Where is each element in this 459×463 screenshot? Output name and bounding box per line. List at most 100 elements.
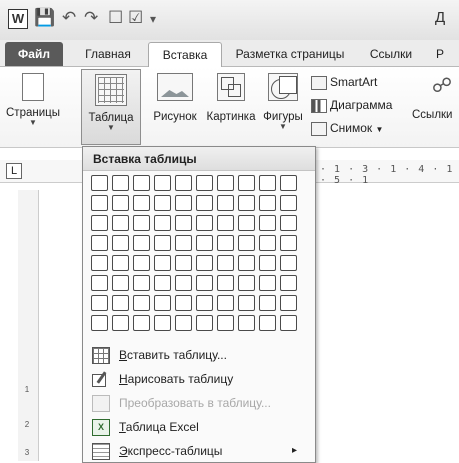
grid-cell[interactable] xyxy=(133,175,150,191)
grid-cell[interactable] xyxy=(112,295,129,311)
grid-cell[interactable] xyxy=(112,255,129,271)
grid-cell[interactable] xyxy=(280,255,297,271)
grid-cell[interactable] xyxy=(154,175,171,191)
grid-cell[interactable] xyxy=(175,275,192,291)
grid-cell[interactable] xyxy=(196,235,213,251)
grid-cell[interactable] xyxy=(280,295,297,311)
grid-cell[interactable] xyxy=(238,255,255,271)
grid-cell[interactable] xyxy=(238,215,255,231)
grid-cell[interactable] xyxy=(196,215,213,231)
grid-cell[interactable] xyxy=(154,315,171,331)
grid-cell[interactable] xyxy=(217,255,234,271)
customize-qat-icon[interactable]: ▾ xyxy=(150,12,156,26)
grid-cell[interactable] xyxy=(91,195,108,211)
grid-cell[interactable] xyxy=(175,195,192,211)
grid-cell[interactable] xyxy=(238,295,255,311)
grid-cell[interactable] xyxy=(259,175,276,191)
grid-cell[interactable] xyxy=(280,275,297,291)
grid-cell[interactable] xyxy=(133,235,150,251)
grid-cell[interactable] xyxy=(259,215,276,231)
grid-cell[interactable] xyxy=(133,295,150,311)
grid-cell[interactable] xyxy=(133,195,150,211)
save-icon[interactable]: 💾 xyxy=(34,8,55,28)
grid-cell[interactable] xyxy=(133,275,150,291)
grid-cell[interactable] xyxy=(196,315,213,331)
insert-table-menu-item[interactable]: Вставить таблицу... xyxy=(83,343,315,367)
grid-cell[interactable] xyxy=(259,235,276,251)
shapes-button[interactable]: Фигуры ▼ xyxy=(258,73,308,131)
grid-cell[interactable] xyxy=(217,215,234,231)
tab-references[interactable]: Ссылки xyxy=(360,42,422,66)
grid-cell[interactable] xyxy=(154,235,171,251)
grid-cell[interactable] xyxy=(91,295,108,311)
grid-cell[interactable] xyxy=(91,315,108,331)
word-app-icon[interactable]: W xyxy=(8,9,28,29)
tab-mailings[interactable]: Р xyxy=(430,42,450,66)
grid-cell[interactable] xyxy=(112,195,129,211)
check-doc-icon[interactable]: ☑ xyxy=(128,8,143,28)
grid-cell[interactable] xyxy=(91,215,108,231)
grid-cell[interactable] xyxy=(196,275,213,291)
grid-cell[interactable] xyxy=(238,175,255,191)
grid-cell[interactable] xyxy=(91,275,108,291)
grid-cell[interactable] xyxy=(133,215,150,231)
grid-cell[interactable] xyxy=(91,235,108,251)
chart-button[interactable]: Диаграмма xyxy=(311,98,392,113)
grid-cell[interactable] xyxy=(175,315,192,331)
grid-cell[interactable] xyxy=(154,295,171,311)
grid-cell[interactable] xyxy=(154,255,171,271)
grid-cell[interactable] xyxy=(154,195,171,211)
grid-cell[interactable] xyxy=(259,275,276,291)
grid-cell[interactable] xyxy=(175,255,192,271)
picture-button[interactable]: Рисунок xyxy=(146,73,204,123)
grid-cell[interactable] xyxy=(112,235,129,251)
quick-tables-menu-item[interactable]: Экспресс-таблицы ▸ xyxy=(83,439,315,463)
screenshot-button[interactable]: Снимок ▼ xyxy=(311,121,383,136)
grid-cell[interactable] xyxy=(217,315,234,331)
tab-insert[interactable]: Вставка xyxy=(148,42,222,68)
grid-cell[interactable] xyxy=(112,275,129,291)
grid-cell[interactable] xyxy=(259,315,276,331)
links-button[interactable]: ☍ Ссылки xyxy=(412,73,459,121)
grid-cell[interactable] xyxy=(112,315,129,331)
grid-cell[interactable] xyxy=(259,255,276,271)
grid-cell[interactable] xyxy=(196,175,213,191)
grid-cell[interactable] xyxy=(91,175,108,191)
grid-cell[interactable] xyxy=(217,175,234,191)
grid-cell[interactable] xyxy=(154,215,171,231)
grid-cell[interactable] xyxy=(280,235,297,251)
excel-table-menu-item[interactable]: X Таблица Excel xyxy=(83,415,315,439)
new-doc-icon[interactable]: ☐ xyxy=(108,8,123,28)
tab-file[interactable]: Файл xyxy=(5,42,63,66)
grid-cell[interactable] xyxy=(112,215,129,231)
redo-icon[interactable]: ↷ xyxy=(84,8,98,28)
draw-table-menu-item[interactable]: Нарисовать таблицу xyxy=(83,367,315,391)
smartart-button[interactable]: SmartArt xyxy=(311,75,377,90)
table-button[interactable]: Таблица ▼ xyxy=(81,69,141,145)
grid-cell[interactable] xyxy=(91,255,108,271)
grid-cell[interactable] xyxy=(112,175,129,191)
tab-stop-selector[interactable]: L xyxy=(6,163,22,179)
table-size-grid[interactable] xyxy=(91,175,307,339)
grid-cell[interactable] xyxy=(280,175,297,191)
grid-cell[interactable] xyxy=(196,195,213,211)
grid-cell[interactable] xyxy=(133,315,150,331)
grid-cell[interactable] xyxy=(238,235,255,251)
grid-cell[interactable] xyxy=(196,255,213,271)
tab-page-layout[interactable]: Разметка страницы xyxy=(226,42,354,66)
grid-cell[interactable] xyxy=(238,195,255,211)
grid-cell[interactable] xyxy=(280,315,297,331)
grid-cell[interactable] xyxy=(175,175,192,191)
grid-cell[interactable] xyxy=(217,235,234,251)
grid-cell[interactable] xyxy=(217,295,234,311)
grid-cell[interactable] xyxy=(175,295,192,311)
grid-cell[interactable] xyxy=(133,255,150,271)
grid-cell[interactable] xyxy=(238,315,255,331)
tab-home[interactable]: Главная xyxy=(78,42,138,66)
grid-cell[interactable] xyxy=(175,235,192,251)
grid-cell[interactable] xyxy=(280,195,297,211)
pages-button[interactable]: Страницы ▼ xyxy=(2,73,64,127)
grid-cell[interactable] xyxy=(259,195,276,211)
grid-cell[interactable] xyxy=(238,275,255,291)
undo-icon[interactable]: ↶ xyxy=(62,8,76,28)
